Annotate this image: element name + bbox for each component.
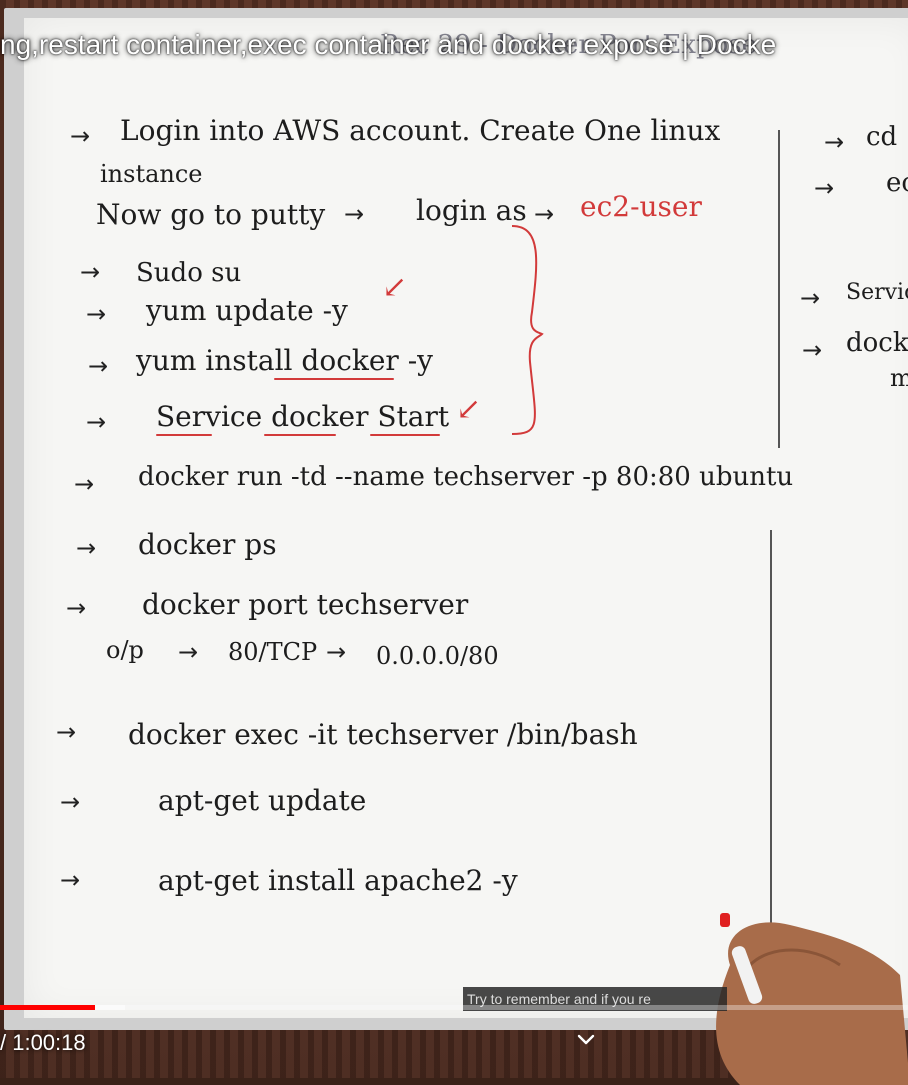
arrow-icon: →	[70, 122, 91, 150]
arrow-icon: →	[178, 638, 199, 666]
line-putty: Now go to putty	[96, 198, 326, 231]
whiteboard: Rec 29 - Docker Port Expose → Login into…	[24, 18, 908, 1018]
line-output-label: o/p	[106, 636, 144, 664]
arrow-icon: →	[802, 336, 823, 364]
arrow-icon: →	[86, 300, 107, 328]
arrow-icon: →	[80, 258, 101, 286]
presenter-hand	[716, 913, 908, 1085]
time-display: / 1:00:18	[0, 1030, 86, 1055]
right-col-line-4: dock	[846, 328, 908, 358]
line-docker-exec: docker exec -it techserver /bin/bash	[128, 718, 638, 751]
arrow-icon: →	[800, 284, 821, 312]
right-col-line-2: ec	[886, 168, 908, 198]
arrow-icon: →	[88, 352, 109, 380]
line-docker-port: docker port techserver	[142, 588, 469, 621]
arrow-icon: →	[60, 788, 81, 816]
chevron-down-icon[interactable]	[574, 1030, 598, 1050]
checkmark-icon: ↙	[382, 270, 408, 305]
right-col-line-1: cd	[866, 122, 898, 152]
progress-played	[0, 1005, 96, 1010]
column-divider	[778, 130, 780, 448]
arrow-icon: →	[66, 594, 87, 622]
line-instance: instance	[100, 160, 203, 188]
line-login: Login into AWS account. Create One linux	[120, 114, 721, 147]
line-sudo-su: Sudo su	[136, 258, 242, 288]
video-title[interactable]: ng,restart container,exec container and …	[0, 24, 908, 66]
line-output-port: 80/TCP	[228, 638, 318, 666]
line-docker-ps: docker ps	[138, 528, 277, 561]
line-docker-run: docker run -td --name techserver -p 80:8…	[138, 462, 794, 492]
line-ec2-user: ec2-user	[580, 190, 702, 223]
arrow-icon: →	[76, 534, 97, 562]
right-col-line-5: m	[890, 364, 908, 392]
line-output-address: 0.0.0.0/80	[376, 642, 499, 670]
curly-brace-mark	[511, 225, 544, 435]
underline-mark	[274, 378, 394, 380]
arrow-icon: →	[74, 470, 95, 498]
arrow-icon: →	[56, 718, 77, 746]
arrow-icon: →	[86, 408, 107, 436]
underline-mark	[370, 434, 440, 436]
underline-mark	[156, 434, 212, 436]
right-col-line-3: Servic	[846, 280, 908, 305]
progress-bar[interactable]	[0, 1005, 908, 1010]
arrow-icon: →	[344, 200, 365, 228]
line-apt-update: apt-get update	[158, 784, 367, 817]
line-apt-install: apt-get install apache2 -y	[158, 864, 518, 897]
arrow-icon: →	[60, 866, 81, 894]
line-service-start: Service docker Start	[156, 400, 450, 433]
arrow-icon: →	[814, 174, 835, 202]
line-yum-install: yum install docker -y	[136, 344, 433, 377]
line-yum-update: yum update -y	[146, 294, 348, 327]
checkmark-icon: ↙	[456, 392, 482, 427]
arrow-icon: →	[824, 128, 845, 156]
arrow-icon: →	[326, 638, 347, 666]
underline-mark	[264, 434, 336, 436]
